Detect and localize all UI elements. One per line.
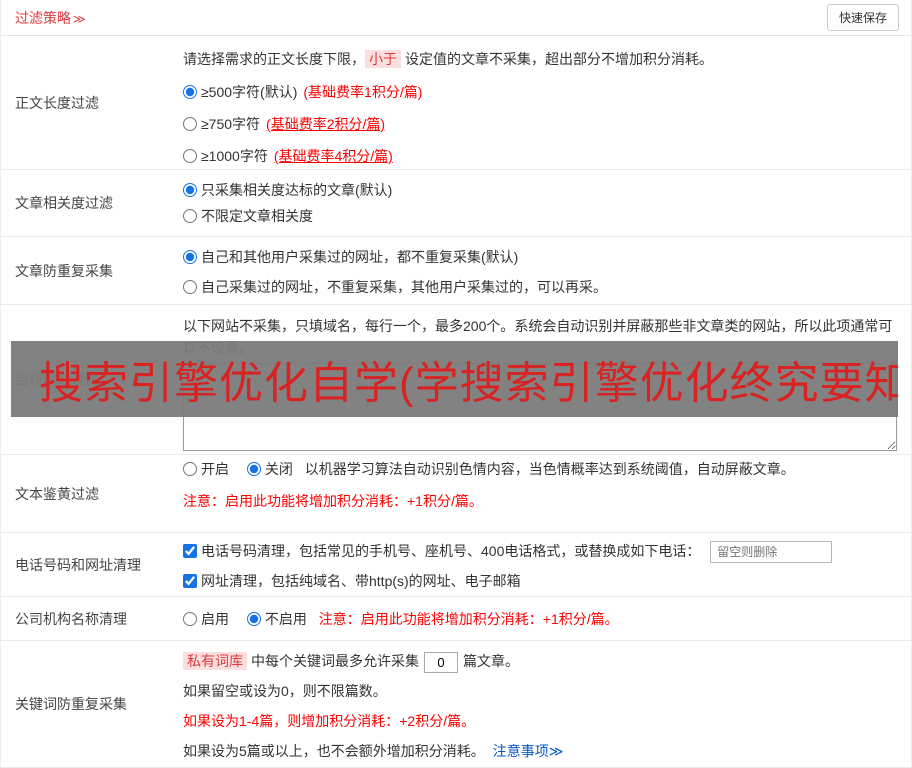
row-company-cleanup: 公司机构名称清理 启用 不启用 注意：启用此功能将增加积分消耗：+1积分/篇。	[1, 597, 911, 641]
panel-header: 过滤策略 ≫ 快速保存	[1, 0, 911, 36]
length-1000-rate-note: (基础费率4积分/篇)	[273, 148, 393, 164]
keyword-limit-input[interactable]	[424, 651, 458, 673]
desc-highlight-less-than: 小于	[365, 50, 401, 68]
row-keyword-dedup: 关键词防重复采集 私有词库中每个关键词最多允许采集 篇文章。 如果留空或设为0，则…	[1, 641, 911, 768]
relevance-any-radio[interactable]	[183, 209, 197, 223]
row-phone-url-cleanup: 电话号码和网址清理 电话号码清理，包括常见的手机号、座机号、400电话格式，或替…	[1, 533, 911, 597]
length-500-label: ≥500字符(默认)	[201, 84, 298, 100]
dedup-all-users-label: 自己和其他用户采集过的网址，都不重复采集(默认)	[201, 249, 519, 265]
company-cleanup-off-option[interactable]: 不启用	[246, 611, 311, 627]
porn-filter-warning: 注意：启用此功能将增加积分消耗：+1积分/篇。	[183, 493, 483, 509]
length-1000-option[interactable]: ≥1000字符 (基础费率4积分/篇)	[183, 146, 897, 166]
url-cleanup-checkbox[interactable]	[183, 574, 197, 589]
chevron-double-icon: ≫	[73, 11, 86, 26]
length-750-radio[interactable]	[183, 117, 197, 131]
company-cleanup-options: 启用 不启用 注意：启用此功能将增加积分消耗：+1积分/篇。	[183, 609, 897, 629]
relevance-any-label: 不限定文章相关度	[201, 208, 313, 224]
length-750-rate-note: (基础费率2积分/篇)	[266, 116, 386, 132]
dedup-all-users-option[interactable]: 自己和其他用户采集过的网址，都不重复采集(默认)	[183, 247, 897, 267]
row-content-text-length: 请选择需求的正文长度下限， 小于 设定值的文章不采集，超出部分不增加积分消耗。 ≥5…	[171, 36, 911, 169]
dedup-self-only-option[interactable]: 自己采集过的网址，不重复采集，其他用户采集过的，可以再采。	[183, 277, 897, 297]
row-content-keyword-dedup: 私有词库中每个关键词最多允许采集 篇文章。 如果留空或设为0，则不限篇数。 如果设…	[171, 641, 911, 767]
porn-filter-off-label: 关闭	[264, 461, 293, 477]
porn-filter-on-option[interactable]: 开启	[183, 461, 233, 477]
keyword-note-unlimited: 如果留空或设为0，则不限篇数。	[183, 682, 387, 699]
row-label-text-length: 正文长度过滤	[15, 94, 99, 111]
porn-filter-options: 开启 关闭 以机器学习算法自动识别色情内容，当色情概率达到系统阈值，自动屏蔽文章…	[183, 459, 897, 479]
text-length-description: 请选择需求的正文长度下限， 小于 设定值的文章不采集，超出部分不增加积分消耗。	[183, 46, 897, 70]
length-500-option[interactable]: ≥500字符(默认) (基础费率1积分/篇)	[183, 82, 897, 102]
keyword-limit-text: 中每个关键词最多允许采集	[251, 653, 419, 669]
relevance-strict-option[interactable]: 只采集相关度达标的文章(默认)	[183, 180, 897, 200]
private-lexicon-highlight: 私有词库	[183, 652, 247, 670]
row-content-company-cleanup: 启用 不启用 注意：启用此功能将增加积分消耗：+1积分/篇。	[171, 597, 911, 640]
row-content-relevance: 只采集相关度达标的文章(默认) 不限定文章相关度	[171, 170, 911, 236]
row-label-phone-url: 电话号码和网址清理	[15, 556, 141, 573]
watermark-text: 搜索引擎优化自学(学搜索引擎优化终究要知	[39, 359, 898, 408]
page-title-text: 过滤策略	[15, 9, 71, 26]
url-cleanup-option[interactable]: 网址清理，包括纯域名、带http(s)的网址、电子邮箱	[183, 573, 521, 589]
phone-cleanup-line: 电话号码清理，包括常见的手机号、座机号、400电话格式，或替换成如下电话：	[183, 541, 897, 564]
length-750-option[interactable]: ≥750字符 (基础费率2积分/篇)	[183, 114, 897, 134]
row-content-phone-url: 电话号码清理，包括常见的手机号、座机号、400电话格式，或替换成如下电话： 网址…	[171, 533, 911, 596]
row-label-relevance: 文章相关度过滤	[15, 195, 113, 211]
porn-filter-off-option[interactable]: 关闭	[246, 461, 297, 477]
phone-cleanup-option[interactable]: 电话号码清理，包括常见的手机号、座机号、400电话格式，或替换成如下电话：	[183, 543, 704, 559]
phone-cleanup-checkbox[interactable]	[183, 544, 197, 558]
watermark-banner: 搜索引擎优化自学(学搜索引擎优化终究要知	[11, 341, 898, 417]
desc-after: 设定值的文章不采集，超出部分不增加积分消耗。	[405, 51, 713, 67]
keyword-limit-suffix: 篇文章。	[463, 653, 519, 669]
phone-cleanup-label: 电话号码清理，包括常见的手机号、座机号、400电话格式，或替换成如下电话：	[201, 543, 701, 559]
filter-strategy-panel: 过滤策略 ≫ 快速保存 正文长度过滤 请选择需求的正文长度下限， 小于 设定值的文章不…	[0, 0, 912, 768]
page-title[interactable]: 过滤策略 ≫	[15, 8, 86, 28]
porn-filter-on-radio[interactable]	[183, 462, 197, 476]
company-cleanup-on-radio[interactable]	[183, 612, 197, 626]
company-cleanup-on-option[interactable]: 启用	[183, 611, 233, 627]
dedup-self-only-label: 自己采集过的网址，不重复采集，其他用户采集过的，可以再采。	[201, 279, 607, 295]
dedup-all-users-radio[interactable]	[183, 250, 197, 264]
row-label-keyword-dedup: 关键词防重复采集	[15, 696, 127, 712]
desc-before: 请选择需求的正文长度下限，	[183, 51, 365, 67]
keyword-note-free-text: 如果设为5篇或以上，也不会额外增加积分消耗。	[183, 742, 485, 759]
relevance-strict-radio[interactable]	[183, 183, 197, 197]
length-750-label: ≥750字符	[201, 116, 261, 132]
url-cleanup-line: 网址清理，包括纯域名、带http(s)的网址、电子邮箱	[183, 571, 897, 591]
url-cleanup-label: 网址清理，包括纯域名、带http(s)的网址、电子邮箱	[201, 573, 521, 590]
company-cleanup-off-radio[interactable]	[246, 612, 261, 626]
porn-filter-on-label: 开启	[201, 461, 229, 477]
row-text-length-filter: 正文长度过滤 请选择需求的正文长度下限， 小于 设定值的文章不采集，超出部分不增加积…	[1, 36, 911, 170]
length-500-radio[interactable]	[183, 85, 197, 99]
row-label-company-cleanup: 公司机构名称清理	[15, 610, 127, 627]
row-content-porn-filter: 开启 关闭 以机器学习算法自动识别色情内容，当色情概率达到系统阈值，自动屏蔽文章…	[171, 455, 911, 532]
replacement-phone-input[interactable]	[710, 541, 833, 564]
company-cleanup-warning: 注意：启用此功能将增加积分消耗：+1积分/篇。	[318, 611, 619, 627]
company-cleanup-off-label: 不启用	[264, 611, 307, 627]
notice-link[interactable]: 注意事项≫	[493, 743, 564, 759]
relevance-strict-label: 只采集相关度达标的文章(默认)	[201, 182, 393, 198]
company-cleanup-on-label: 启用	[201, 611, 229, 627]
length-1000-label: ≥1000字符	[201, 148, 268, 164]
length-500-rate-note: (基础费率1积分/篇)	[303, 84, 423, 100]
quick-save-button[interactable]: 快速保存	[826, 4, 899, 31]
keyword-limit-line: 私有词库中每个关键词最多允许采集 篇文章。	[183, 651, 897, 673]
porn-filter-off-radio[interactable]	[246, 462, 261, 476]
row-relevance-filter: 文章相关度过滤 只采集相关度达标的文章(默认) 不限定文章相关度	[1, 170, 911, 237]
row-content-dedup: 自己和其他用户采集过的网址，都不重复采集(默认) 自己采集过的网址，不重复采集，…	[171, 237, 911, 304]
row-porn-filter: 文本鉴黄过滤 开启 关闭 以机器学习算法自动识别色情内容，当色情概率达到系统阈值…	[1, 455, 911, 533]
length-1000-radio[interactable]	[183, 149, 197, 163]
porn-filter-description: 以机器学习算法自动识别色情内容，当色情概率达到系统阈值，自动屏蔽文章。	[304, 461, 795, 477]
relevance-any-option[interactable]: 不限定文章相关度	[183, 206, 897, 226]
row-dedup-collection: 文章防重复采集 自己和其他用户采集过的网址，都不重复采集(默认) 自己采集过的网…	[1, 237, 911, 305]
keyword-note-cost: 如果设为1-4篇，则增加积分消耗：+2积分/篇。	[183, 712, 476, 729]
keyword-note-free-line: 如果设为5篇或以上，也不会额外增加积分消耗。 注意事项≫	[183, 741, 897, 761]
dedup-self-only-radio[interactable]	[183, 280, 197, 294]
row-label-porn-filter: 文本鉴黄过滤	[15, 485, 99, 502]
row-label-dedup: 文章防重复采集	[15, 262, 113, 279]
